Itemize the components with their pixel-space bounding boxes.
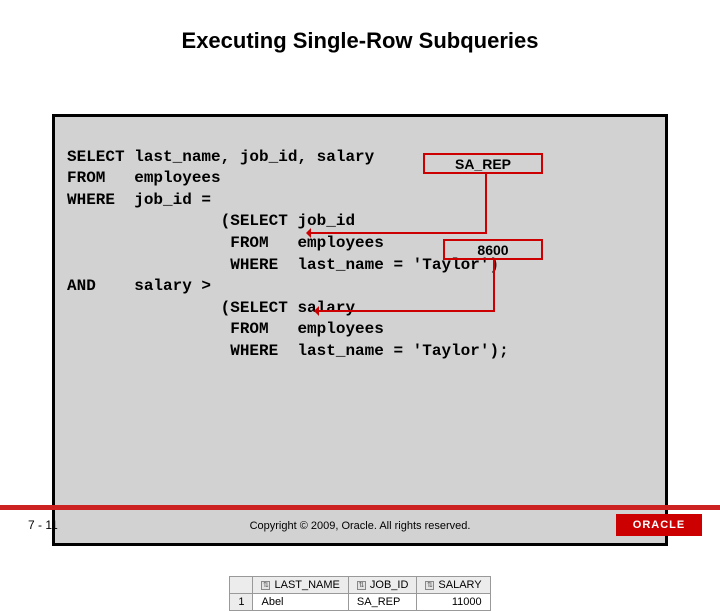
sort-icon: ⇅ [261, 581, 270, 590]
col-header-last-name: ⇅ LAST_NAME [253, 577, 348, 594]
col-header-last-name-text: LAST_NAME [274, 579, 339, 591]
code-line-6: WHERE last_name = 'Taylor') [67, 256, 499, 274]
arrow-1-vertical [485, 174, 487, 232]
col-header-salary-text: SALARY [438, 579, 481, 591]
code-line-9: FROM employees [67, 320, 384, 338]
sort-icon: ⇅ [425, 581, 434, 590]
sql-code-block: SELECT last_name, job_id, salary FROM em… [52, 114, 668, 546]
cell-last-name: Abel [253, 594, 348, 611]
query-result-table: ⇅ LAST_NAME ⇅ JOB_ID ⇅ SALARY 1 Abel SA_REP… [229, 576, 490, 611]
row-number: 1 [230, 594, 253, 611]
rownum-header [230, 577, 253, 594]
table-header-row: ⇅ LAST_NAME ⇅ JOB_ID ⇅ SALARY [230, 577, 490, 594]
slide-footer: 7 - 11 Copyright © 2009, Oracle. All rig… [0, 506, 720, 540]
subquery-2-result-annotation: 8600 [443, 239, 543, 260]
oracle-logo: ORACLE [616, 514, 702, 536]
subquery-1-result-annotation: SA_REP [423, 153, 543, 174]
code-line-7: AND salary > [67, 277, 211, 295]
table-row: 1 Abel SA_REP 11000 [230, 594, 490, 611]
col-header-job-id-text: JOB_ID [370, 579, 409, 591]
code-line-3: WHERE job_id = [67, 191, 211, 209]
code-line-10: WHERE last_name = 'Taylor'); [67, 342, 509, 360]
code-line-5: FROM employees [67, 234, 384, 252]
arrow-1-horizontal [307, 232, 487, 234]
col-header-salary: ⇅ SALARY [417, 577, 490, 594]
col-header-job-id: ⇅ JOB_ID [348, 577, 417, 594]
code-line-4: (SELECT job_id [67, 212, 355, 230]
code-line-1: SELECT last_name, job_id, salary [67, 148, 374, 166]
copyright-text: Copyright © 2009, Oracle. All rights res… [0, 520, 720, 532]
slide-title: Executing Single-Row Subqueries [0, 0, 720, 74]
arrow-2-vertical [493, 260, 495, 310]
sort-icon: ⇅ [357, 581, 366, 590]
cell-job-id: SA_REP [348, 594, 417, 611]
code-line-2: FROM employees [67, 169, 221, 187]
arrow-2-horizontal [315, 310, 495, 312]
cell-salary: 11000 [417, 594, 490, 611]
